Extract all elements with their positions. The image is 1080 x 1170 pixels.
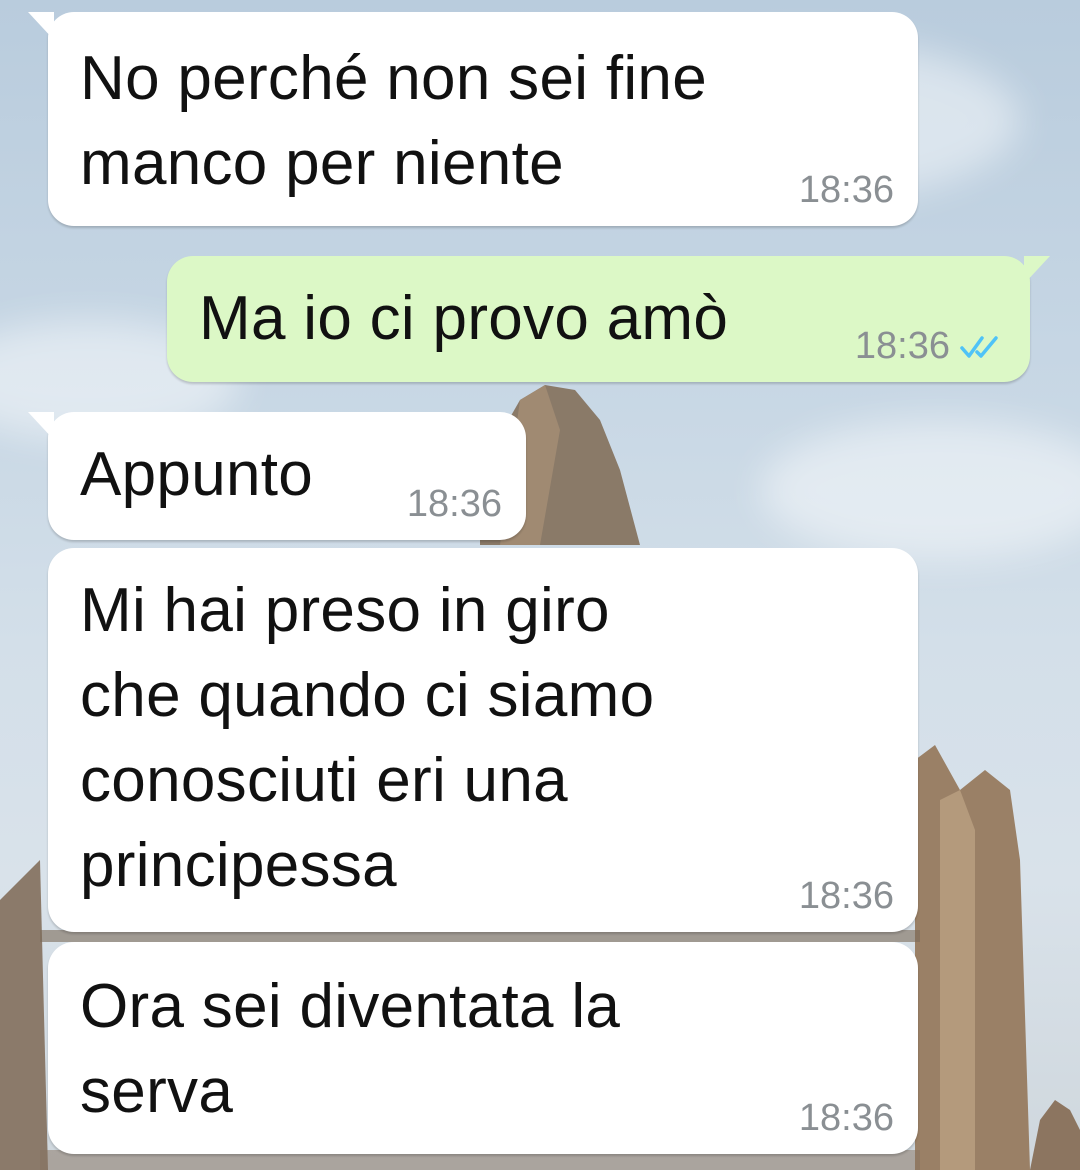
message-bubble-incoming[interactable]: Ora sei diventata la serva 18:36 bbox=[48, 942, 918, 1154]
bubble-tail bbox=[28, 12, 54, 40]
message-timestamp: 18:36 bbox=[798, 875, 894, 917]
double-check-icon bbox=[960, 336, 998, 358]
message-timestamp: 18:36 bbox=[854, 325, 950, 367]
message-text: Ma io ci provo amò bbox=[199, 284, 729, 353]
message-text: Appunto bbox=[80, 440, 314, 509]
message-bubble-incoming[interactable]: Appunto 18:36 bbox=[28, 412, 526, 540]
message-bubble-incoming[interactable]: Mi hai preso in giro che quando ci siamo… bbox=[48, 548, 918, 932]
message-text: Ora sei diventata la serva bbox=[80, 972, 621, 1126]
message-text: No perché non sei fine manco per niente bbox=[80, 44, 707, 198]
bubble-tail bbox=[1024, 256, 1050, 284]
message-bubble-incoming[interactable]: No perché non sei fine manco per niente … bbox=[28, 12, 918, 226]
message-timestamp: 18:36 bbox=[406, 483, 502, 525]
message-timestamp: 18:36 bbox=[798, 169, 894, 211]
bubble-tail bbox=[28, 412, 54, 440]
message-text: Mi hai preso in giro che quando ci siamo… bbox=[80, 576, 655, 900]
message-bubble-outgoing[interactable]: Ma io ci provo amò 18:36 bbox=[167, 256, 1050, 382]
message-timestamp: 18:36 bbox=[798, 1097, 894, 1139]
